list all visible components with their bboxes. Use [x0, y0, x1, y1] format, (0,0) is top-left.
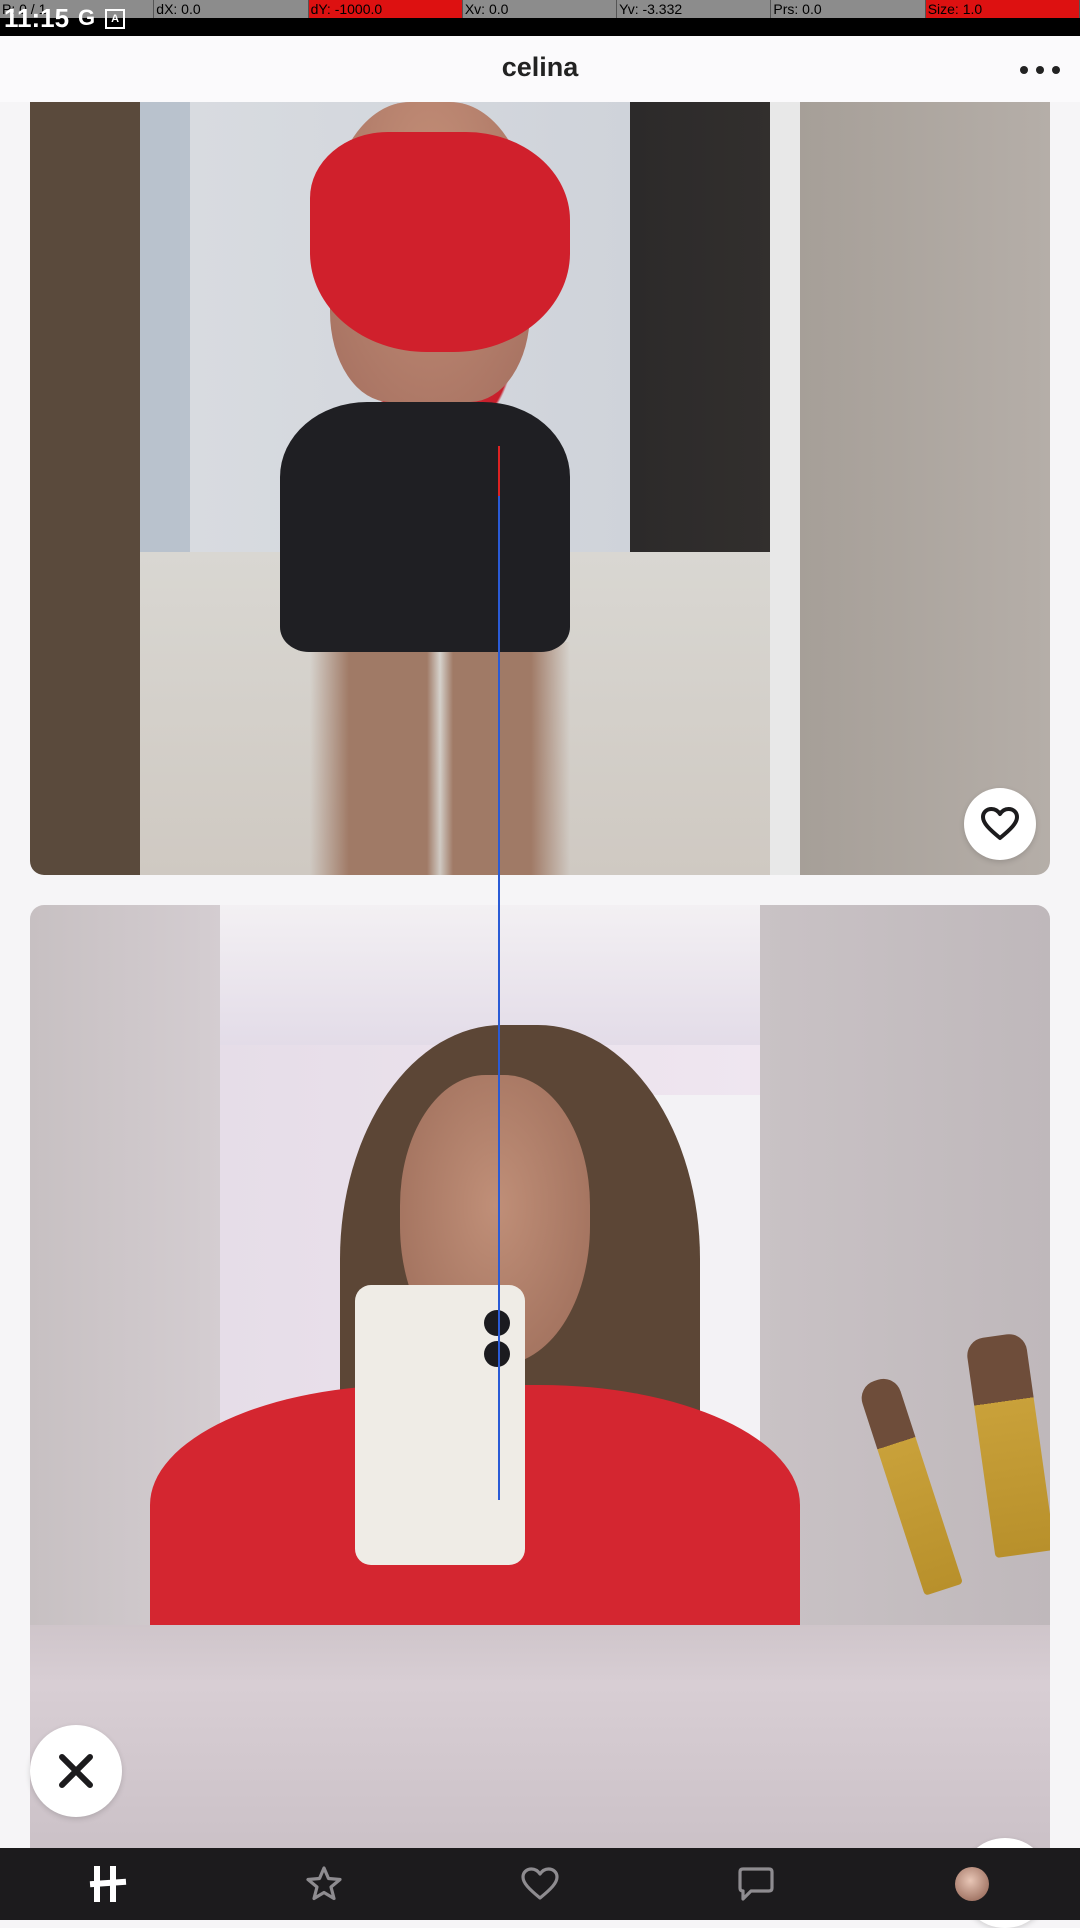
nav-standouts[interactable]	[284, 1848, 364, 1920]
nav-matches[interactable]	[716, 1848, 796, 1920]
bottom-navigation	[0, 1848, 1080, 1920]
more-options-button[interactable]	[1020, 56, 1060, 84]
profile-name: celina	[501, 52, 579, 82]
skip-profile-button[interactable]	[30, 1725, 122, 1817]
profile-photo-2[interactable]	[30, 905, 1050, 1920]
more-horizontal-icon	[1020, 66, 1028, 74]
star-icon	[306, 1866, 342, 1901]
pointer-debug-bar: P: 0 / 1 dX: 0.0 dY: -1000.0 Xv: 0.0 Yv:…	[0, 0, 1080, 18]
debug-size: Size: 1.0	[925, 0, 1080, 18]
profile-avatar	[955, 1867, 989, 1901]
profile-header: celina	[0, 36, 1080, 102]
google-icon: G	[78, 5, 96, 30]
app-notification-icon: A	[105, 9, 126, 29]
nav-discover[interactable]	[68, 1848, 148, 1920]
debug-xv: Xv: 0.0	[462, 0, 618, 18]
heart-icon	[521, 1867, 559, 1900]
debug-dy: dY: -1000.0	[308, 0, 463, 18]
pointer-trace-start	[498, 446, 500, 496]
like-photo-button[interactable]	[964, 788, 1036, 860]
status-bar: P: 0 / 1 dX: 0.0 dY: -1000.0 Xv: 0.0 Yv:…	[0, 0, 1080, 36]
debug-yv: Yv: -3.332	[617, 0, 772, 18]
heart-outline-icon	[981, 807, 1019, 840]
status-icons: G A	[78, 5, 126, 30]
debug-dx: dX: 0.0	[154, 0, 309, 18]
nav-likes-you[interactable]	[500, 1848, 580, 1920]
profile-photo-1[interactable]	[30, 102, 1050, 875]
status-time: 11:15	[4, 3, 70, 33]
chat-bubble-icon	[738, 1867, 774, 1901]
close-x-icon	[59, 1754, 93, 1788]
debug-prs: Prs: 0.0	[771, 0, 926, 18]
pointer-trace	[498, 446, 500, 1500]
hinge-logo-icon	[89, 1866, 127, 1902]
nav-profile[interactable]	[932, 1848, 1012, 1920]
